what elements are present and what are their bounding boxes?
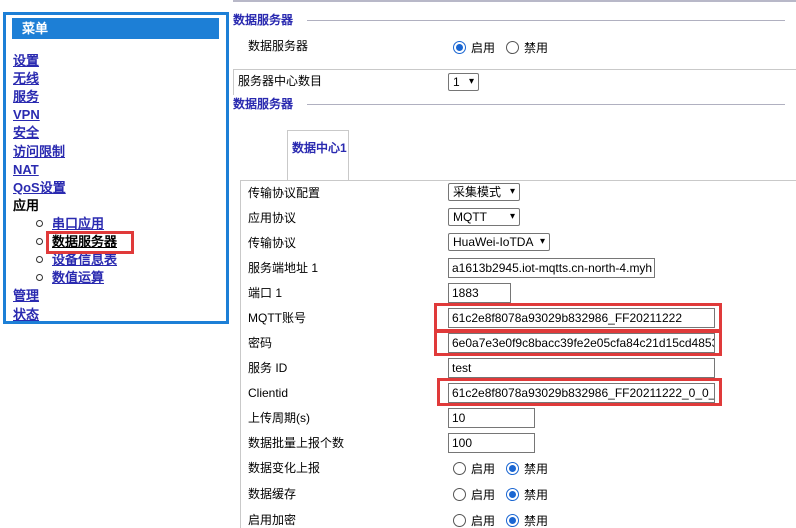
- label-server-count: 服务器中心数目: [238, 74, 323, 88]
- label-password: 密码: [248, 336, 273, 350]
- radio-disable[interactable]: [506, 462, 520, 475]
- divider: [233, 69, 796, 70]
- divider: [233, 69, 234, 95]
- sub-item-label[interactable]: 数值运算: [52, 269, 104, 287]
- menu-item-access-control[interactable]: 访问限制: [13, 143, 65, 161]
- section-title-data-server-2: 数据服务器: [233, 97, 786, 111]
- transport-config-select[interactable]: 采集模式 ▾: [448, 183, 520, 201]
- chevron-down-icon: ▾: [539, 236, 545, 247]
- radio-disable-label: 禁用: [524, 488, 549, 502]
- server-count-select[interactable]: 1 ▾: [448, 73, 479, 91]
- label-transport-protocol: 传输协议: [248, 236, 297, 250]
- radio-enable[interactable]: [453, 462, 466, 475]
- port-input[interactable]: 1883: [448, 283, 511, 303]
- label-mqtt-account: MQTT账号: [248, 311, 306, 325]
- bullet-icon: [36, 220, 43, 227]
- label-data-cache: 数据缓存: [248, 487, 297, 501]
- divider: [240, 180, 241, 528]
- radio-enable-label: 启用: [471, 41, 496, 55]
- bullet-icon: [36, 274, 43, 281]
- radio-enable-label: 启用: [471, 488, 496, 502]
- radio-group-data-cache: 启用 禁用: [453, 486, 559, 503]
- app-protocol-value: MQTT: [453, 210, 487, 224]
- app-protocol-select[interactable]: MQTT ▾: [448, 208, 520, 226]
- radio-group-server-enable: 启用 禁用: [453, 39, 559, 56]
- menu-item-status[interactable]: 状态: [13, 306, 39, 324]
- menu-item-vpn[interactable]: VPN: [13, 106, 40, 124]
- menu-header: 菜单: [12, 18, 219, 39]
- tab-data-center-1[interactable]: 数据中心1: [287, 130, 349, 180]
- chevron-down-icon: ▾: [509, 211, 515, 222]
- mqtt-account-input[interactable]: 61c2e8f8078a93029b832986_FF20211222: [448, 308, 715, 328]
- section-title-text: 数据服务器: [233, 97, 294, 111]
- menu-item-qos[interactable]: QoS设置: [13, 179, 66, 197]
- label-data-server: 数据服务器: [248, 39, 309, 53]
- transport-config-value: 采集模式: [453, 185, 502, 199]
- transport-protocol-select[interactable]: HuaWei-IoTDA ▾: [448, 233, 550, 251]
- radio-disable[interactable]: [506, 488, 520, 501]
- upload-period-input[interactable]: 10: [448, 408, 535, 428]
- tab-label: 数据中心1: [292, 141, 347, 155]
- batch-count-input[interactable]: 100: [448, 433, 535, 453]
- menu-item-service[interactable]: 服务: [13, 88, 39, 106]
- label-upload-period: 上传周期(s): [248, 411, 310, 425]
- section-title-rule: [307, 104, 786, 106]
- label-transport-config: 传输协议配置: [248, 186, 321, 200]
- password-input[interactable]: 6e0a7e3e0f9c8bacc39fe2e05cfa84c21d15cd48…: [448, 333, 715, 353]
- radio-disable[interactable]: [506, 41, 520, 54]
- label-batch-count: 数据批量上报个数: [248, 436, 345, 450]
- label-change-report: 数据变化上报: [248, 461, 321, 475]
- radio-disable-label: 禁用: [524, 462, 549, 476]
- label-service-id: 服务 ID: [248, 361, 288, 375]
- radio-enable[interactable]: [453, 488, 466, 501]
- label-server-address: 服务端地址 1: [248, 261, 319, 275]
- top-divider: [233, 0, 796, 2]
- label-port: 端口 1: [248, 286, 283, 300]
- bullet-icon: [36, 238, 43, 245]
- menu-item-nat[interactable]: NAT: [13, 161, 39, 179]
- server-count-value: 1: [453, 75, 460, 89]
- radio-disable-label: 禁用: [524, 514, 549, 528]
- radio-group-change-report: 启用 禁用: [453, 460, 559, 477]
- divider: [240, 180, 796, 181]
- radio-group-encryption: 启用 禁用: [453, 512, 559, 528]
- chevron-down-icon: ▾: [468, 76, 474, 87]
- radio-disable[interactable]: [506, 514, 520, 527]
- label-encryption: 启用加密: [248, 513, 297, 527]
- section-title-rule: [307, 20, 786, 22]
- service-id-input[interactable]: test: [448, 358, 715, 378]
- label-clientid: Clientid: [248, 386, 289, 400]
- label-app-protocol: 应用协议: [248, 211, 297, 225]
- menu-item-settings[interactable]: 设置: [13, 52, 39, 70]
- section-title-text: 数据服务器: [233, 13, 294, 27]
- menu-group-application: 应用: [13, 198, 40, 213]
- radio-disable-label: 禁用: [524, 41, 549, 55]
- radio-enable[interactable]: [453, 514, 466, 527]
- transport-protocol-value: HuaWei-IoTDA: [453, 235, 534, 249]
- menu-panel: 菜单 设置 无线 服务 VPN 安全 访问限制 NAT QoS设置 应用 串口应…: [3, 12, 229, 324]
- clientid-input[interactable]: 61c2e8f8078a93029b832986_FF20211222_0_0_: [448, 383, 715, 403]
- chevron-down-icon: ▾: [509, 186, 515, 197]
- menu-item-wireless[interactable]: 无线: [13, 70, 39, 88]
- radio-enable-label: 启用: [471, 514, 496, 528]
- menu-item-management[interactable]: 管理: [13, 287, 39, 305]
- server-address-input[interactable]: a1613b2945.iot-mqtts.cn-north-4.myh: [448, 258, 655, 278]
- menu-item-security[interactable]: 安全: [13, 124, 39, 142]
- section-title-data-server: 数据服务器: [233, 13, 786, 27]
- radio-enable-label: 启用: [471, 462, 496, 476]
- radio-enable[interactable]: [453, 41, 466, 54]
- bullet-icon: [36, 256, 43, 263]
- active-item-highlight: [46, 231, 134, 254]
